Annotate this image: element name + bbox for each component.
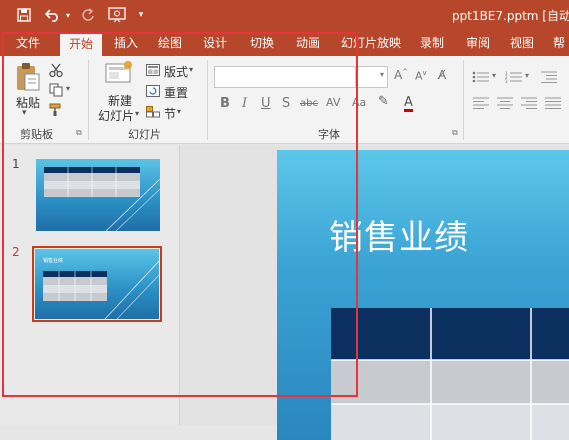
decrease-indent-icon[interactable] bbox=[540, 70, 558, 84]
customize-toolbar-icon[interactable]: ▾ bbox=[136, 5, 146, 25]
clear-formatting-icon[interactable]: A̸ bbox=[438, 68, 446, 82]
tab-view[interactable]: 视图 bbox=[502, 30, 542, 56]
group-divider bbox=[463, 60, 464, 140]
tab-help[interactable]: 帮 bbox=[548, 30, 569, 56]
align-center-icon[interactable] bbox=[496, 96, 514, 110]
align-right-icon[interactable] bbox=[520, 96, 538, 110]
redo-icon[interactable] bbox=[78, 5, 98, 25]
undo-dropdown-icon[interactable]: ▾ bbox=[63, 5, 73, 25]
justify-icon[interactable] bbox=[544, 96, 562, 110]
tab-record[interactable]: 录制 bbox=[412, 30, 452, 56]
highlight-color-icon[interactable]: ✎ bbox=[378, 94, 389, 109]
tab-review[interactable]: 审阅 bbox=[458, 30, 498, 56]
slideshow-from-start-icon[interactable] bbox=[106, 5, 128, 25]
bullets-dropdown-icon[interactable]: ▾ bbox=[492, 71, 496, 80]
svg-text:3: 3 bbox=[505, 79, 508, 83]
document-title: ppt1BE7.pptm [自动保 bbox=[452, 9, 569, 23]
increase-font-size-icon[interactable]: A^ bbox=[394, 68, 408, 82]
bullets-icon[interactable] bbox=[472, 70, 490, 84]
title-bar: ▾ ▾ ppt1BE7.pptm [自动保 bbox=[0, 0, 569, 30]
numbering-dropdown-icon[interactable]: ▾ bbox=[525, 71, 529, 80]
font-size-dropdown-icon: ▾ bbox=[379, 70, 384, 79]
numbering-icon[interactable]: 123 bbox=[505, 70, 523, 84]
font-size-dropdown[interactable]: ▾ bbox=[356, 66, 388, 88]
font-color-icon[interactable]: A bbox=[404, 96, 413, 112]
font-dialog-launcher-icon[interactable]: ⧉ bbox=[452, 128, 458, 138]
decrease-font-size-icon[interactable]: Av bbox=[415, 69, 427, 83]
undo-icon[interactable] bbox=[42, 5, 64, 25]
align-left-icon[interactable] bbox=[472, 96, 490, 110]
save-icon[interactable] bbox=[14, 5, 34, 25]
highlight-annotation-box bbox=[2, 32, 358, 397]
